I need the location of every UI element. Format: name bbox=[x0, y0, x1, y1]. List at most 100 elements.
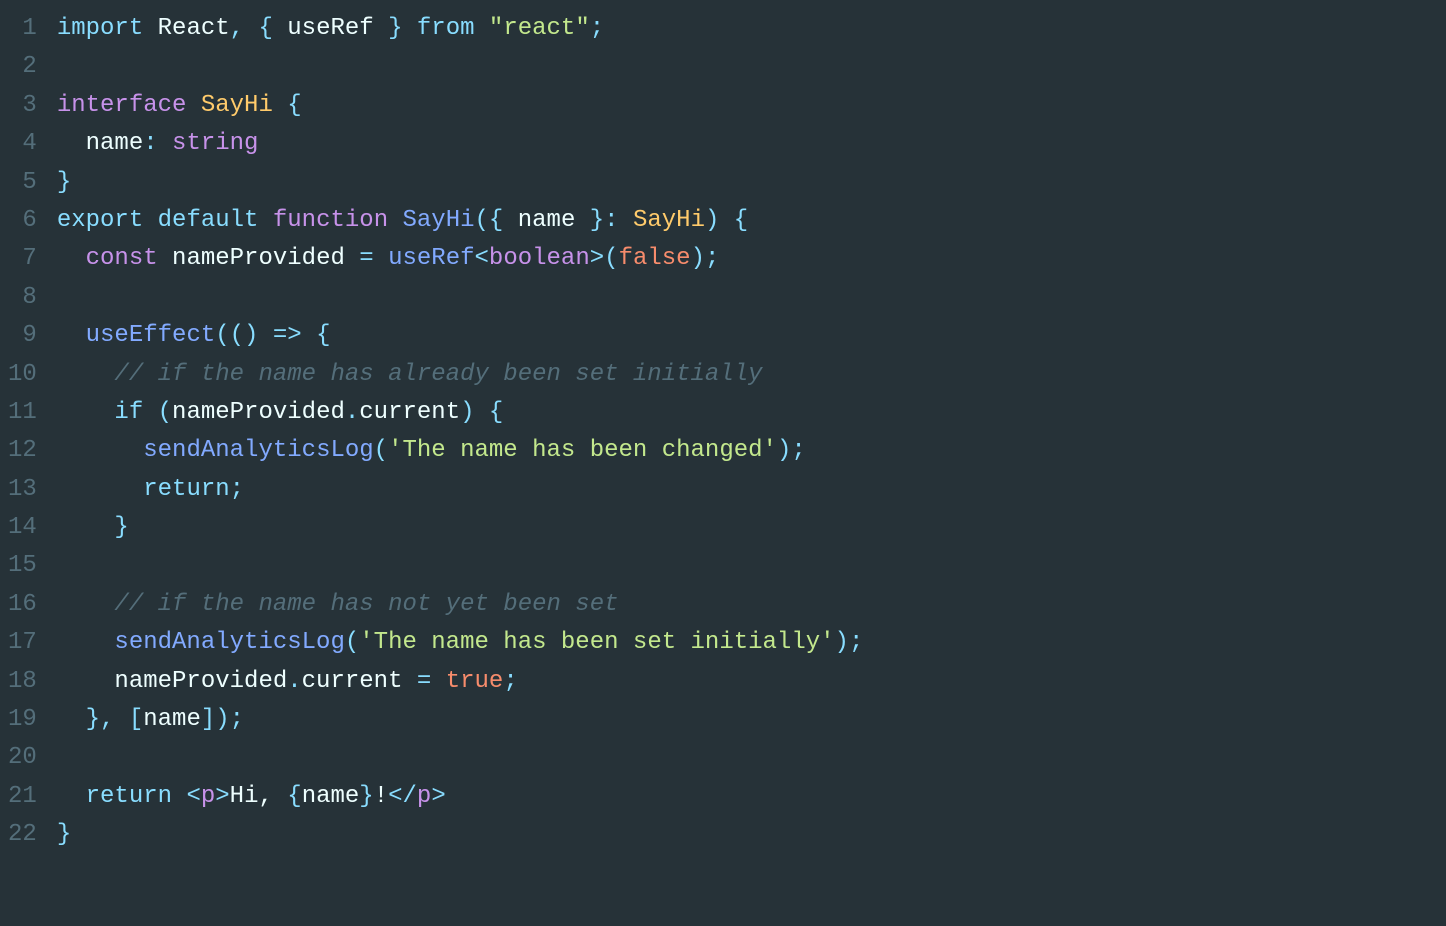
token-punctuation: ); bbox=[777, 432, 806, 470]
token-default bbox=[57, 240, 86, 278]
token-default bbox=[57, 432, 143, 470]
token-operator: = bbox=[345, 240, 388, 278]
code-line[interactable]: sendAnalyticsLog('The name has been set … bbox=[57, 624, 1446, 662]
line-number: 10 bbox=[8, 356, 37, 394]
token-default: nameProvided bbox=[172, 394, 345, 432]
token-punctuation: { bbox=[287, 778, 301, 816]
token-punctuation: ({ bbox=[475, 202, 518, 240]
line-number: 5 bbox=[8, 164, 37, 202]
line-number: 12 bbox=[8, 432, 37, 470]
code-line[interactable] bbox=[57, 739, 1446, 777]
token-punctuation: { bbox=[273, 87, 302, 125]
token-default bbox=[158, 240, 172, 278]
token-default bbox=[57, 356, 115, 394]
token-boolean: false bbox=[619, 240, 691, 278]
token-default bbox=[143, 202, 157, 240]
token-keyword2: export bbox=[57, 202, 143, 240]
token-punctuation: : bbox=[143, 125, 172, 163]
token-default: name bbox=[518, 202, 576, 240]
token-keyword: boolean bbox=[489, 240, 590, 278]
token-punctuation: ( bbox=[374, 432, 388, 470]
token-comment: // if the name has not yet been set bbox=[114, 586, 618, 624]
token-comment: // if the name has already been set init… bbox=[114, 356, 762, 394]
token-punctuation: , { bbox=[230, 10, 288, 48]
line-number: 15 bbox=[8, 547, 37, 585]
token-string: "react" bbox=[489, 10, 590, 48]
token-keyword: const bbox=[86, 240, 158, 278]
line-number: 17 bbox=[8, 624, 37, 662]
token-keyword2: return bbox=[143, 471, 229, 509]
code-line[interactable]: sendAnalyticsLog('The name has been chan… bbox=[57, 432, 1446, 470]
token-default bbox=[172, 778, 186, 816]
token-punctuation: ]); bbox=[201, 701, 244, 739]
token-punctuation: ) { bbox=[705, 202, 748, 240]
code-line[interactable]: } bbox=[57, 816, 1446, 854]
token-punctuation: ( bbox=[143, 394, 172, 432]
code-line[interactable]: export default function SayHi({ name }: … bbox=[57, 202, 1446, 240]
token-default bbox=[186, 87, 200, 125]
token-punctuation: } bbox=[57, 164, 71, 202]
token-operator: => bbox=[273, 317, 302, 355]
token-punctuation: </ bbox=[388, 778, 417, 816]
token-function-name: useRef bbox=[388, 240, 474, 278]
token-default: current bbox=[359, 394, 460, 432]
token-punctuation: } bbox=[374, 10, 417, 48]
token-default: nameProvided bbox=[172, 240, 345, 278]
line-number: 4 bbox=[8, 125, 37, 163]
code-line[interactable]: } bbox=[57, 164, 1446, 202]
code-line[interactable]: if (nameProvided.current) { bbox=[57, 394, 1446, 432]
token-keyword2: default bbox=[158, 202, 259, 240]
code-line[interactable]: const nameProvided = useRef<boolean>(fal… bbox=[57, 240, 1446, 278]
code-line[interactable]: import React, { useRef } from "react"; bbox=[57, 10, 1446, 48]
token-default bbox=[57, 586, 115, 624]
line-number: 9 bbox=[8, 317, 37, 355]
line-number: 22 bbox=[8, 816, 37, 854]
token-keyword: p bbox=[201, 778, 215, 816]
line-number: 8 bbox=[8, 279, 37, 317]
token-punctuation: >( bbox=[590, 240, 619, 278]
token-punctuation: . bbox=[345, 394, 359, 432]
token-punctuation: > bbox=[215, 778, 229, 816]
code-line[interactable] bbox=[57, 279, 1446, 317]
code-line[interactable]: return <p>Hi, {name}!</p> bbox=[57, 778, 1446, 816]
token-default: Hi, bbox=[230, 778, 288, 816]
code-line[interactable]: return; bbox=[57, 471, 1446, 509]
token-keyword: function bbox=[273, 202, 388, 240]
line-number: 19 bbox=[8, 701, 37, 739]
code-line[interactable]: // if the name has not yet been set bbox=[57, 586, 1446, 624]
token-punctuation: }: bbox=[575, 202, 633, 240]
token-punctuation: ) { bbox=[460, 394, 503, 432]
token-punctuation: } bbox=[57, 816, 71, 854]
token-punctuation: ; bbox=[230, 471, 244, 509]
code-line[interactable]: } bbox=[57, 509, 1446, 547]
code-line[interactable]: }, [name]); bbox=[57, 701, 1446, 739]
code-line[interactable]: name: string bbox=[57, 125, 1446, 163]
token-punctuation: ; bbox=[590, 10, 604, 48]
token-default bbox=[57, 317, 86, 355]
token-default: name bbox=[86, 125, 144, 163]
token-function-name: sendAnalyticsLog bbox=[143, 432, 373, 470]
code-content[interactable]: import React, { useRef } from "react"; i… bbox=[57, 10, 1446, 855]
token-function-name: sendAnalyticsLog bbox=[114, 624, 344, 662]
token-punctuation: > bbox=[431, 778, 445, 816]
code-line[interactable]: useEffect(() => { bbox=[57, 317, 1446, 355]
token-punctuation: < bbox=[475, 240, 489, 278]
code-line[interactable]: interface SayHi { bbox=[57, 87, 1446, 125]
code-line[interactable] bbox=[57, 48, 1446, 86]
code-line[interactable] bbox=[57, 547, 1446, 585]
token-default bbox=[57, 663, 115, 701]
token-punctuation: < bbox=[186, 778, 200, 816]
code-editor[interactable]: 12345678910111213141516171819202122 impo… bbox=[0, 0, 1446, 855]
token-keyword: string bbox=[172, 125, 258, 163]
line-number: 14 bbox=[8, 509, 37, 547]
code-line[interactable]: // if the name has already been set init… bbox=[57, 356, 1446, 394]
token-default bbox=[57, 624, 115, 662]
line-number: 16 bbox=[8, 586, 37, 624]
token-punctuation: } bbox=[359, 778, 373, 816]
line-number: 1 bbox=[8, 10, 37, 48]
token-default: useRef bbox=[287, 10, 373, 48]
token-punctuation: } bbox=[57, 509, 129, 547]
code-line[interactable]: nameProvided.current = true; bbox=[57, 663, 1446, 701]
token-default bbox=[57, 394, 115, 432]
token-type: SayHi bbox=[201, 87, 273, 125]
